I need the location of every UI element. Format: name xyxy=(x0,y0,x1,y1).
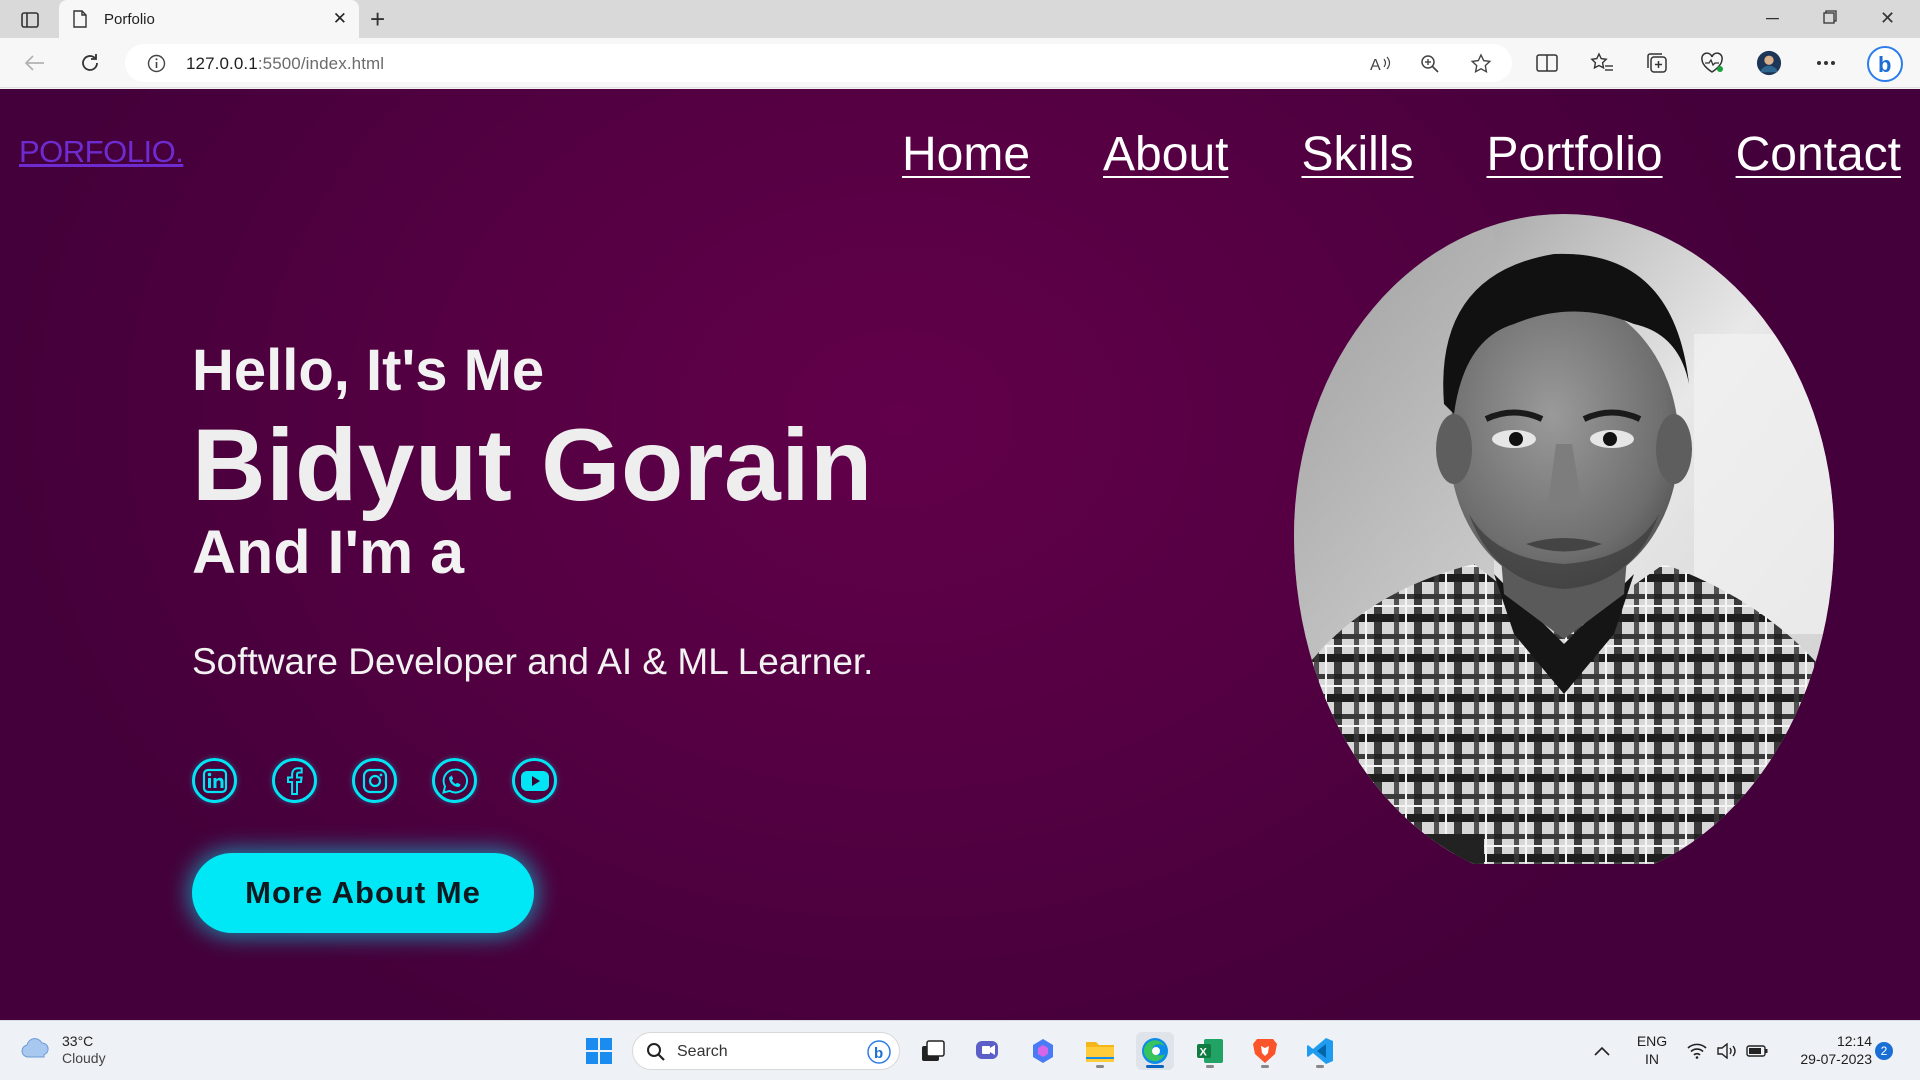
bing-icon: b xyxy=(867,1040,891,1069)
taskbar: 33°C Cloudy Search b X ENG IN 12:14 29-0… xyxy=(0,1020,1920,1080)
notification-badge[interactable]: 2 xyxy=(1875,1042,1893,1060)
nav-home[interactable]: Home xyxy=(902,127,1030,182)
running-indicator xyxy=(1096,1065,1104,1068)
collections-icon[interactable] xyxy=(1644,50,1670,76)
hero-greeting: Hello, It's Me xyxy=(192,338,545,403)
wifi-icon[interactable] xyxy=(1683,1032,1711,1070)
svg-text:b: b xyxy=(874,1045,883,1062)
browser-tab[interactable]: Porfolio ✕ xyxy=(59,0,359,38)
favorites-icon[interactable] xyxy=(1589,50,1615,76)
running-indicator xyxy=(1206,1065,1214,1068)
linkedin-icon[interactable] xyxy=(192,758,237,803)
favorite-star-icon[interactable] xyxy=(1470,53,1492,75)
tab-actions-icon[interactable] xyxy=(14,8,46,32)
language-indicator[interactable]: ENG IN xyxy=(1634,1032,1670,1068)
minimize-icon[interactable]: ─ xyxy=(1766,8,1779,29)
copilot-app-icon[interactable] xyxy=(1024,1032,1062,1070)
refresh-icon[interactable] xyxy=(77,50,103,76)
hero-role: Software Developer and AI & ML Learner. xyxy=(192,641,874,682)
youtube-icon[interactable] xyxy=(512,758,557,803)
edge-browser-icon[interactable] xyxy=(1136,1032,1174,1070)
profile-avatar-icon[interactable] xyxy=(1756,50,1782,76)
main-nav: Home About Skills Portfolio Contact xyxy=(902,127,1901,182)
facebook-icon[interactable] xyxy=(272,758,317,803)
start-windows-icon[interactable] xyxy=(580,1032,618,1070)
more-options-icon[interactable] xyxy=(1813,50,1839,76)
search-icon xyxy=(646,1042,666,1067)
instagram-icon[interactable] xyxy=(352,758,397,803)
volume-icon[interactable] xyxy=(1713,1032,1741,1070)
more-about-me-button[interactable]: More About Me xyxy=(192,853,534,933)
page-icon xyxy=(73,10,87,33)
svg-text:X: X xyxy=(1200,1047,1208,1059)
bing-copilot-icon[interactable]: b xyxy=(1866,45,1904,83)
close-window-icon[interactable]: ✕ xyxy=(1880,8,1895,29)
excel-icon[interactable]: X xyxy=(1191,1032,1229,1070)
hero-name: Bidyut Gorain xyxy=(192,408,873,522)
nav-skills[interactable]: Skills xyxy=(1301,127,1413,182)
file-explorer-icon[interactable] xyxy=(1081,1032,1119,1070)
task-view-icon[interactable] xyxy=(914,1032,952,1070)
taskbar-search-input[interactable]: Search b xyxy=(632,1032,900,1070)
weather-widget[interactable]: 33°C Cloudy xyxy=(20,1033,106,1067)
weather-temp: 33°C xyxy=(62,1033,94,1049)
cloud-icon xyxy=(20,1037,52,1064)
browser-essentials-icon[interactable] xyxy=(1699,50,1725,76)
browser-tab-bar: Porfolio ✕ + ─ ✕ xyxy=(0,0,1920,38)
close-tab-icon[interactable]: ✕ xyxy=(333,10,347,28)
nav-about[interactable]: About xyxy=(1103,127,1228,182)
teams-chat-icon[interactable] xyxy=(969,1032,1007,1070)
whatsapp-icon[interactable] xyxy=(432,758,477,803)
new-tab-icon[interactable]: + xyxy=(370,6,385,32)
address-bar-row: 127.0.0.1:5500/index.html A b xyxy=(0,38,1920,88)
split-screen-icon[interactable] xyxy=(1534,50,1560,76)
nav-portfolio[interactable]: Portfolio xyxy=(1486,127,1662,182)
url-input[interactable]: 127.0.0.1:5500/index.html A xyxy=(125,44,1512,82)
active-indicator xyxy=(1146,1065,1164,1068)
svg-text:b: b xyxy=(1878,52,1891,77)
hero-intro: And I'm a xyxy=(192,518,465,586)
show-hidden-icons-icon[interactable] xyxy=(1583,1032,1621,1070)
back-icon[interactable] xyxy=(22,50,48,76)
url-text: 127.0.0.1:5500/index.html xyxy=(186,54,385,73)
vscode-icon[interactable] xyxy=(1301,1032,1339,1070)
read-aloud-icon[interactable]: A xyxy=(1370,53,1392,75)
running-indicator xyxy=(1316,1065,1324,1068)
site-logo[interactable]: PORFOLIO. xyxy=(19,134,184,170)
clock[interactable]: 12:14 29-07-2023 xyxy=(1780,1032,1872,1068)
zoom-icon[interactable] xyxy=(1419,53,1441,75)
running-indicator xyxy=(1261,1065,1269,1068)
tab-title: Porfolio xyxy=(104,11,155,28)
profile-photo xyxy=(1294,214,1834,864)
site-info-icon[interactable] xyxy=(147,54,166,78)
battery-icon[interactable] xyxy=(1743,1032,1771,1070)
weather-condition: Cloudy xyxy=(62,1050,106,1066)
social-links xyxy=(192,758,557,803)
restore-icon[interactable] xyxy=(1823,8,1837,29)
svg-text:A: A xyxy=(1370,57,1381,73)
page-viewport: PORFOLIO. Home About Skills Portfolio Co… xyxy=(0,89,1920,1020)
brave-browser-icon[interactable] xyxy=(1246,1032,1284,1070)
search-placeholder: Search xyxy=(677,1043,728,1060)
nav-contact[interactable]: Contact xyxy=(1736,127,1901,182)
